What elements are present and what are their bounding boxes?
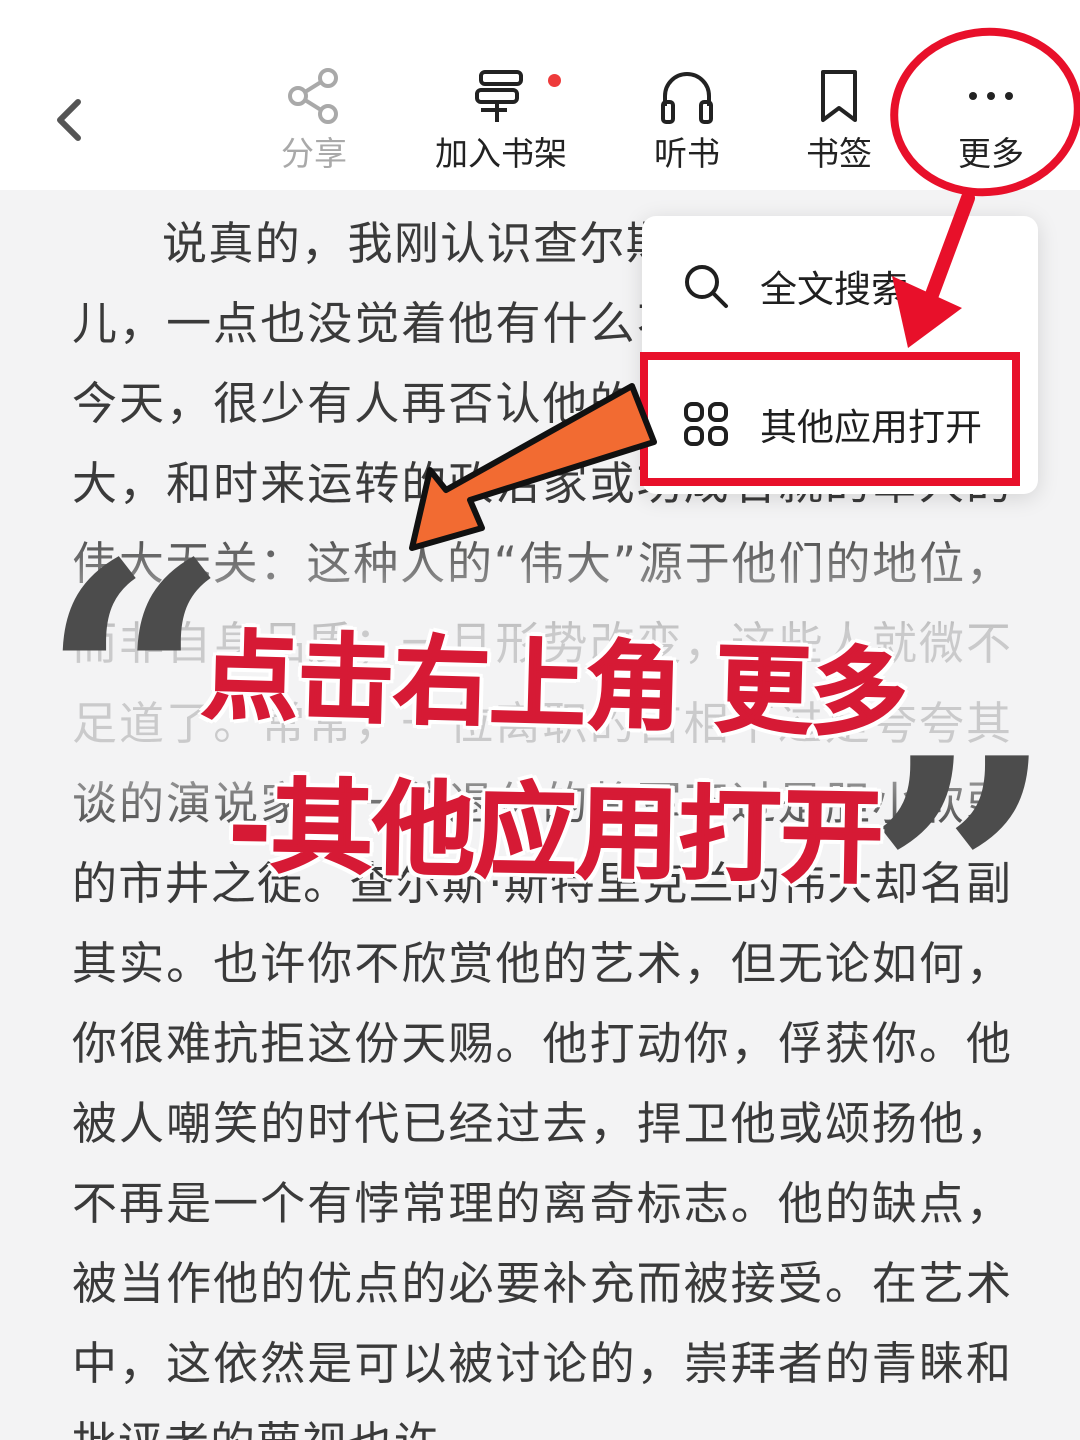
annotation-caption-line2: -其他应用打开: [227, 767, 885, 899]
headphones-icon: [661, 72, 713, 124]
bookshelf-add-icon: [475, 70, 523, 122]
listen-button[interactable]: 听书: [652, 66, 722, 176]
more-button[interactable]: 更多: [954, 66, 1028, 176]
highlight-box: [640, 352, 1020, 486]
listen-label: 听书: [654, 134, 720, 173]
share-icon: [288, 68, 338, 124]
more-label: 更多: [958, 134, 1024, 173]
menu-item-full-text-search[interactable]: 全文搜索: [642, 226, 1038, 346]
menu-item-label: 全文搜索: [760, 268, 908, 311]
back-button[interactable]: [40, 88, 100, 152]
annotation-caption-line1: 点击右上角 更多: [199, 619, 909, 751]
chevron-left-icon: [57, 99, 81, 141]
more-dots-icon: [969, 92, 1013, 100]
new-badge-dot: [548, 74, 561, 87]
top-toolbar: 分享 加入书架 听书 书签 更多: [0, 0, 1080, 190]
search-icon: [685, 265, 728, 308]
bookmark-button[interactable]: 书签: [804, 66, 874, 176]
bookmark-label: 书签: [806, 134, 872, 173]
close-quote-mark: ”: [865, 686, 1055, 1074]
share-button[interactable]: 分享: [272, 66, 356, 176]
share-label: 分享: [281, 134, 347, 173]
bookmark-icon: [821, 70, 857, 122]
add-to-bookshelf-label: 加入书架: [435, 134, 567, 173]
